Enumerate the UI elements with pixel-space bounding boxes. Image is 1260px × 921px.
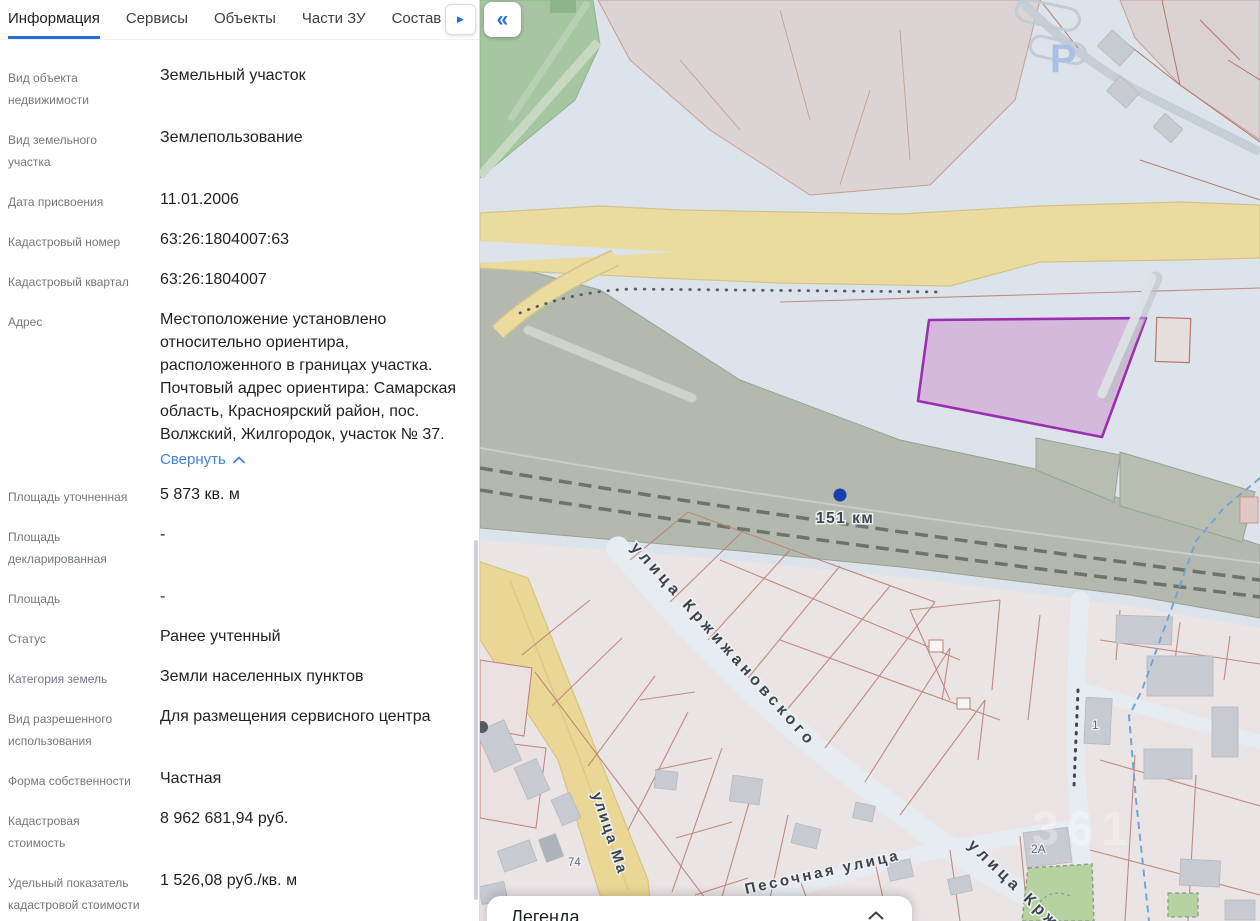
fields-list: Вид объекта недвижимости Земельный участ… <box>0 40 479 916</box>
field-value: - <box>160 523 471 570</box>
field-label: Кадастровая стоимость <box>8 807 160 854</box>
field-label: Кадастровый квартал <box>8 268 160 293</box>
field-label: Форма собственности <box>8 767 160 792</box>
tab-information[interactable]: Информация <box>8 0 100 39</box>
km-marker-label: 151 км <box>816 510 874 527</box>
field-row: Площадь - <box>8 585 471 610</box>
double-chevron-left-icon: « <box>497 8 509 31</box>
legend-title: Легенда <box>511 907 579 921</box>
legend-collapse-button[interactable] <box>866 907 886 921</box>
field-row: Вид объекта недвижимости Земельный участ… <box>8 64 471 111</box>
map-canvas[interactable]: 151 км улица Кржижановского улица Кржижа… <box>480 0 1260 921</box>
panel-scrollbar[interactable] <box>474 540 478 900</box>
field-value: Частная <box>160 767 471 792</box>
field-value: 63:26:1804007:63 <box>160 228 471 253</box>
tab-composition[interactable]: Состав <box>392 0 442 39</box>
field-label: Площадь <box>8 585 160 610</box>
tab-parcel-parts[interactable]: Части ЗУ <box>302 0 366 39</box>
field-row: Удельный показатель кадастровой стоимост… <box>8 869 471 916</box>
field-label: Кадастровый номер <box>8 228 160 253</box>
legend-panel: Легенда <box>487 896 912 921</box>
panel-collapse-button[interactable]: « <box>484 2 521 37</box>
watermark: 361 <box>1032 803 1136 856</box>
field-label: Площадь уточненная <box>8 483 160 508</box>
map-letter-r-label: Р <box>1050 37 1077 81</box>
house-label-1: 1 <box>1092 718 1099 732</box>
map-area[interactable]: 151 км улица Кржижановского улица Кржижа… <box>480 0 1260 921</box>
field-value: 5 873 кв. м <box>160 483 471 508</box>
field-value: 8 962 681,94 руб. <box>160 807 471 854</box>
field-value: Для размещения сервисного центра <box>160 705 471 752</box>
house-label-74: 74 <box>568 857 581 869</box>
cadastral-map-app: Информация Сервисы Объекты Части ЗУ Сост… <box>0 0 1260 921</box>
field-row: Категория земель Земли населенных пункто… <box>8 665 471 690</box>
field-label: Адрес <box>8 308 160 471</box>
tabs-scroll-right-button[interactable]: ▶ <box>445 4 476 35</box>
field-label: Вид объекта недвижимости <box>8 64 160 111</box>
field-value: Земельный участок <box>160 64 471 111</box>
collapse-address-label: Свернуть <box>160 449 226 471</box>
info-panel: Информация Сервисы Объекты Части ЗУ Сост… <box>0 0 480 921</box>
field-row: Вид земельного участка Землепользование <box>8 126 471 173</box>
collapse-address-link[interactable]: Свернуть <box>160 449 245 471</box>
field-row: Форма собственности Частная <box>8 767 471 792</box>
tab-services[interactable]: Сервисы <box>126 0 188 39</box>
field-value: Ранее учтенный <box>160 625 471 650</box>
tab-bar: Информация Сервисы Объекты Части ЗУ Сост… <box>0 0 479 40</box>
field-value: 11.01.2006 <box>160 188 471 213</box>
field-value: Землепользование <box>160 126 471 173</box>
field-row: Кадастровая стоимость 8 962 681,94 руб. <box>8 807 471 854</box>
field-row-address: Адрес Местоположение установлено относит… <box>8 308 471 471</box>
field-value: 1 526,08 руб./кв. м <box>160 869 471 916</box>
field-label: Удельный показатель кадастровой стоимост… <box>8 869 160 916</box>
field-label: Статус <box>8 625 160 650</box>
field-label: Площадь декларированная <box>8 523 160 570</box>
field-value: 63:26:1804007 <box>160 268 471 293</box>
field-value: - <box>160 585 471 610</box>
field-row: Дата присвоения 11.01.2006 <box>8 188 471 213</box>
field-label: Категория земель <box>8 665 160 690</box>
field-row: Площадь декларированная - <box>8 523 471 570</box>
field-row: Кадастровый номер 63:26:1804007:63 <box>8 228 471 253</box>
field-row: Вид разрешенного использования Для разме… <box>8 705 471 752</box>
field-label: Дата присвоения <box>8 188 160 213</box>
field-row: Площадь уточненная 5 873 кв. м <box>8 483 471 508</box>
arrow-right-icon: ▶ <box>457 14 464 25</box>
field-value: Земли населенных пунктов <box>160 665 471 690</box>
field-label: Вид разрешенного использования <box>8 705 160 752</box>
field-row: Кадастровый квартал 63:26:1804007 <box>8 268 471 293</box>
field-value: Местоположение установлено относительно … <box>160 308 471 446</box>
tab-objects[interactable]: Объекты <box>214 0 276 39</box>
field-row: Статус Ранее учтенный <box>8 625 471 650</box>
field-label: Вид земельного участка <box>8 126 160 173</box>
chevron-up-icon <box>233 456 245 464</box>
chevron-up-icon <box>868 911 884 920</box>
